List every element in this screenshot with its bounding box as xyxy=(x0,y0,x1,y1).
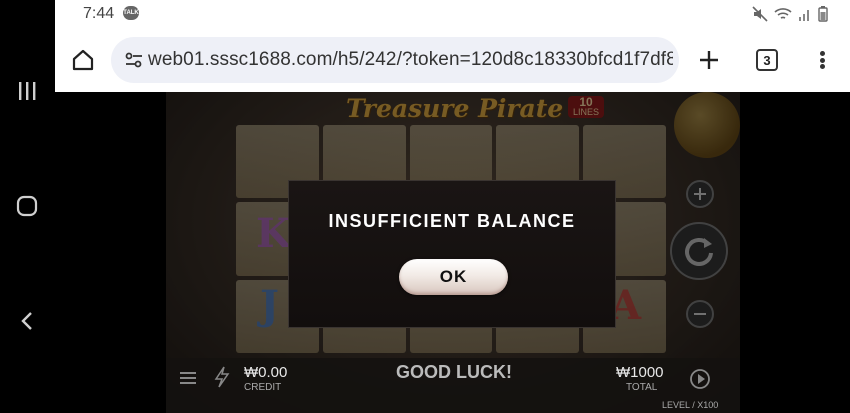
status-icons xyxy=(752,6,828,22)
credit-value: ₩0.00 xyxy=(244,364,288,381)
wifi-icon xyxy=(774,8,792,19)
overflow-menu-icon[interactable] xyxy=(813,48,831,72)
tab-switcher-button[interactable]: 3 xyxy=(756,49,778,71)
credit-label: CREDIT xyxy=(244,382,282,393)
ok-button[interactable]: OK xyxy=(399,259,508,295)
total-label: TOTAL xyxy=(626,382,658,393)
home-circle-icon[interactable] xyxy=(14,193,40,219)
battery-icon xyxy=(818,6,828,22)
level-value: X100 xyxy=(697,400,719,410)
level-indicator: LEVEL / X100 xyxy=(662,400,719,410)
status-time: 7:44 xyxy=(83,5,115,22)
address-bar[interactable]: web01.sssc1688.com/h5/242/?token=120d8c1… xyxy=(111,37,679,83)
level-label: LEVEL xyxy=(662,400,690,410)
mute-icon xyxy=(752,6,768,22)
recent-apps-icon[interactable] xyxy=(14,78,40,104)
status-message: GOOD LUCK! xyxy=(396,362,512,382)
plus-icon[interactable] xyxy=(697,48,721,72)
total-value: ₩1000 xyxy=(616,364,664,381)
site-info-icon[interactable] xyxy=(121,47,147,73)
game-bottom-bar: ₩0.00 CREDIT GOOD LUCK! ₩1000 TOTAL LEVE… xyxy=(166,358,740,413)
status-bar: 7:44 TALK xyxy=(55,0,850,28)
autoplay-icon[interactable] xyxy=(689,368,711,390)
hamburger-menu-icon[interactable] xyxy=(180,370,196,386)
url-text[interactable]: web01.sssc1688.com/h5/242/?token=120d8c1… xyxy=(148,49,673,71)
talk-notification-icon: TALK xyxy=(123,6,139,20)
back-icon[interactable] xyxy=(14,308,40,334)
lightning-icon[interactable] xyxy=(214,366,230,388)
home-icon[interactable] xyxy=(69,46,97,74)
system-nav-rail xyxy=(0,0,55,413)
dialog-title: INSUFFICIENT BALANCE xyxy=(328,211,576,231)
signal-icon xyxy=(799,10,809,21)
insufficient-balance-dialog: INSUFFICIENT BALANCE OK xyxy=(288,180,616,328)
browser-toolbar: web01.sssc1688.com/h5/242/?token=120d8c1… xyxy=(55,28,850,92)
